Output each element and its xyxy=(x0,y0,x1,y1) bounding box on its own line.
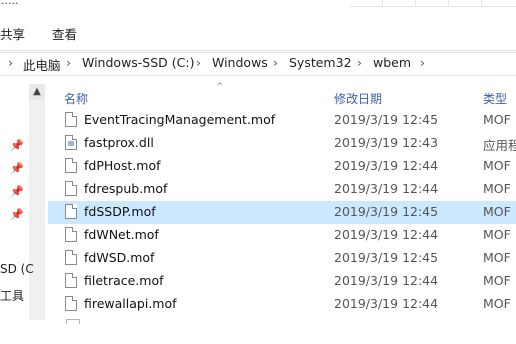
file-name[interactable]: fdrespub.mof xyxy=(84,181,167,196)
file-row[interactable]: firewallapi.mof 2019/3/19 12:44 MOF xyxy=(48,293,516,316)
breadcrumb-wbem[interactable]: wbem xyxy=(373,55,411,70)
file-row[interactable]: filetrace.mof 2019/3/19 12:44 MOF xyxy=(48,270,516,293)
breadcrumb-system32[interactable]: System32 xyxy=(289,55,352,70)
file-modified-date: 2019/3/19 12:44 xyxy=(334,158,439,173)
file-modified-date: 2019/3/19 12:44 xyxy=(334,181,439,196)
tab-view[interactable]: 查看 xyxy=(52,24,77,43)
file-icon xyxy=(65,250,77,265)
pin-icon[interactable]: 📌 xyxy=(10,185,24,198)
file-modified-date: 2019/3/19 12:45 xyxy=(334,250,439,265)
chevron-right-icon[interactable]: › xyxy=(420,55,425,70)
file-modified-date: 2019/3/19 12:45 xyxy=(334,204,439,219)
chevron-right-icon[interactable]: › xyxy=(196,55,201,70)
file-row[interactable]: EventTracingManagement.mof 2019/3/19 12:4… xyxy=(48,109,516,132)
pin-icon[interactable]: 📌 xyxy=(10,162,24,175)
scroll-up-icon[interactable]: ▲ xyxy=(29,84,45,100)
file-row[interactable]: fdrespub.mof 2019/3/19 12:44 MOF xyxy=(48,178,516,201)
chevron-right-icon: › xyxy=(8,55,13,70)
file-name[interactable]: fdWSD.mof xyxy=(84,250,154,265)
file-icon xyxy=(66,319,80,324)
address-bar[interactable]: › 此电脑 › Windows-SSD (C:) › Windows › Sys… xyxy=(0,52,516,76)
file-row[interactable]: fdWSD.mof 2019/3/19 12:45 MOF xyxy=(48,247,516,270)
file-icon xyxy=(65,273,77,288)
file-modified-date: 2019/3/19 12:45 xyxy=(334,112,439,127)
file-row[interactable]: fdPHost.mof 2019/3/19 12:44 MOF xyxy=(48,155,516,178)
file-row[interactable]: fdWNet.mof 2019/3/19 12:44 MOF xyxy=(48,224,516,247)
file-type: MOF xyxy=(483,158,511,173)
file-type: MOF xyxy=(483,250,511,265)
file-icon xyxy=(65,181,77,196)
breadcrumb-windows[interactable]: Windows xyxy=(212,55,268,70)
file-type: MOF xyxy=(483,273,511,288)
file-type: 应用程 xyxy=(483,138,516,153)
nav-item-tools[interactable]: 工具 xyxy=(0,287,24,304)
breadcrumb-this-pc[interactable]: 此电脑 xyxy=(23,55,61,74)
file-modified-date: 2019/3/19 12:44 xyxy=(334,296,439,311)
file-modified-date: 2019/3/19 12:44 xyxy=(334,227,439,242)
file-name[interactable]: filetrace.mof xyxy=(84,273,164,288)
file-icon xyxy=(65,227,77,242)
nav-scrollbar[interactable] xyxy=(29,84,45,320)
file-type: MOF xyxy=(483,296,511,311)
file-name[interactable]: fdPHost.mof xyxy=(84,158,161,173)
sort-caret-icon: ^ xyxy=(216,82,224,92)
nav-item-drive[interactable]: SD (C xyxy=(0,262,34,276)
file-name[interactable]: EventTracingManagement.mof xyxy=(84,112,275,127)
file-row[interactable]: fdSSDP.mof 2019/3/19 12:45 MOF xyxy=(48,201,516,224)
column-header-type[interactable]: 类型 xyxy=(483,90,507,110)
column-header-date[interactable]: 修改日期 xyxy=(334,90,382,110)
file-type: MOF xyxy=(483,204,511,219)
file-icon xyxy=(65,296,77,311)
file-modified-date: 2019/3/19 12:43 xyxy=(334,135,439,150)
file-name[interactable]: fdWNet.mof xyxy=(84,227,159,242)
file-name[interactable]: fastprox.dll xyxy=(84,135,154,150)
file-name[interactable]: fdSSDP.mof xyxy=(84,204,156,219)
tab-share[interactable]: 共享 xyxy=(0,24,25,43)
breadcrumb-drive[interactable]: Windows-SSD (C:) xyxy=(82,55,194,70)
file-type: MOF xyxy=(483,181,511,196)
file-row[interactable]: fastprox.dll 2019/3/19 12:43 应用程 xyxy=(48,132,516,155)
file-type: MOF xyxy=(483,227,511,242)
file-icon xyxy=(65,204,77,219)
file-icon xyxy=(65,112,77,127)
pin-icon[interactable]: 📌 xyxy=(10,208,24,221)
window-title: ..... xyxy=(1,0,19,7)
file-modified-date: 2019/3/19 12:44 xyxy=(334,273,439,288)
file-name[interactable]: firewallapi.mof xyxy=(84,296,177,311)
file-icon xyxy=(65,158,77,173)
ribbon-tabs xyxy=(0,14,516,51)
pin-icon[interactable]: 📌 xyxy=(10,139,24,152)
column-header-name[interactable]: 名称 xyxy=(64,90,88,110)
chevron-right-icon[interactable]: › xyxy=(66,55,71,70)
chevron-right-icon[interactable]: › xyxy=(357,55,362,70)
chevron-right-icon[interactable]: › xyxy=(273,55,278,70)
dll-file-icon xyxy=(65,135,77,150)
title-bar-controls xyxy=(350,0,516,7)
file-type: MOF xyxy=(483,112,511,127)
